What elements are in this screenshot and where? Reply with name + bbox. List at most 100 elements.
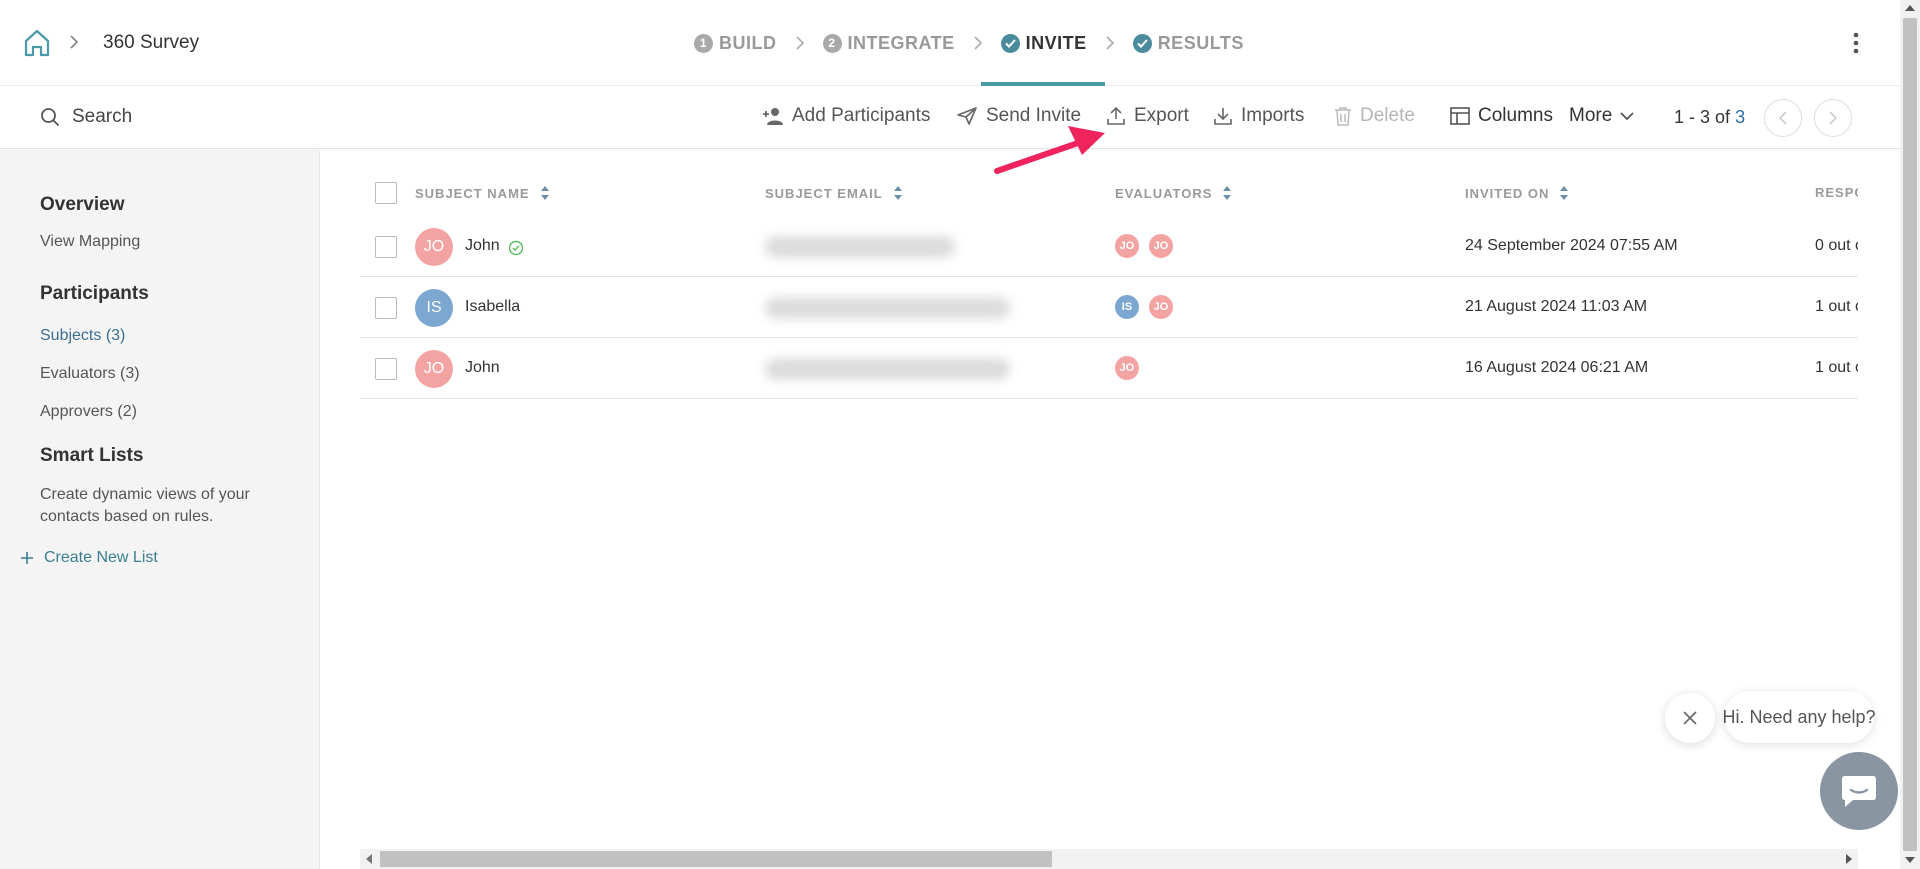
step-number: 1 [694, 33, 713, 53]
previous-page-button[interactable] [1764, 99, 1802, 137]
evaluator-avatar: JO [1147, 293, 1175, 321]
pager-range: 1 - 3 [1674, 107, 1711, 127]
column-header-subject-email[interactable]: SUBJECT EMAIL [765, 185, 903, 201]
add-participants-button[interactable]: Add Participants [762, 105, 930, 127]
sidebar-heading-participants: Participants [40, 283, 149, 304]
sort-icon [1560, 186, 1569, 200]
pager-of: of [1715, 107, 1731, 127]
vertical-scrollbar[interactable] [1900, 0, 1920, 869]
step-label: BUILD [719, 32, 777, 53]
export-button[interactable]: Export [1106, 105, 1189, 127]
column-header-label: SUBJECT EMAIL [765, 185, 883, 201]
vertical-scroll-thumb[interactable] [1903, 18, 1917, 851]
avatar: IS [415, 289, 453, 327]
horizontal-scroll-thumb[interactable] [380, 851, 1052, 867]
step-label: INTEGRATE [847, 32, 955, 53]
upload-icon [1107, 106, 1125, 125]
row-checkbox[interactable] [375, 236, 397, 258]
plus-icon [21, 552, 33, 564]
step-navigation: 1 BUILD 2 INTEGRATE INVITE RESULTS [690, 0, 1248, 86]
column-header-responses[interactable]: RESPO [1815, 185, 1858, 200]
column-header-label: INVITED ON [1465, 185, 1550, 201]
step-integrate[interactable]: 2 INTEGRATE [819, 0, 959, 86]
scroll-down-icon[interactable] [1905, 856, 1915, 864]
sidebar-item-view-mapping[interactable]: View Mapping [40, 233, 140, 251]
sort-icon [540, 186, 549, 200]
subject-name[interactable]: John [465, 237, 500, 255]
column-header-evaluators[interactable]: EVALUATORS [1115, 185, 1232, 201]
more-options-icon[interactable] [1852, 30, 1860, 56]
close-icon [1683, 711, 1697, 725]
subject-name-text: John [465, 237, 500, 254]
responses-count: 0 out o [1815, 237, 1858, 254]
avatar: JO [415, 350, 453, 388]
check-circle-icon [1000, 33, 1020, 53]
close-help-button[interactable] [1665, 693, 1715, 743]
help-message-bubble[interactable]: Hi. Need any help? [1722, 691, 1876, 743]
sidebar-heading-overview: Overview [40, 194, 125, 215]
chevron-down-icon [1620, 111, 1634, 120]
columns-label: Columns [1478, 105, 1553, 126]
sort-icon [1223, 186, 1232, 200]
export-label: Export [1134, 105, 1189, 126]
evaluator-avatar: JO [1113, 354, 1141, 382]
avatar: JO [415, 228, 453, 266]
check-circle-icon [1132, 33, 1152, 53]
row-divider [360, 276, 1858, 277]
step-label: RESULTS [1157, 32, 1244, 53]
step-results[interactable]: RESULTS [1129, 0, 1248, 86]
responses-count: 1 out o [1815, 359, 1858, 376]
search-input[interactable]: Search [40, 106, 132, 128]
home-icon[interactable] [22, 28, 52, 58]
top-header: 360 Survey 1 BUILD 2 INTEGRATE INVITE RE… [0, 0, 1900, 86]
subject-name[interactable]: Isabella [465, 298, 520, 316]
column-header-label: EVALUATORS [1115, 185, 1213, 201]
download-icon [1214, 108, 1232, 125]
scroll-left-icon[interactable] [365, 854, 373, 864]
create-new-list-button[interactable]: Create New List [20, 549, 158, 567]
column-header-invited-on[interactable]: INVITED ON [1465, 185, 1569, 201]
sidebar-item-approvers[interactable]: Approvers (2) [40, 403, 137, 421]
scroll-right-icon[interactable] [1845, 854, 1853, 864]
delete-button[interactable]: Delete [1334, 105, 1415, 127]
step-label: INVITE [1025, 32, 1087, 53]
select-all-checkbox[interactable] [375, 182, 397, 204]
chat-launcher-button[interactable] [1820, 752, 1898, 830]
pager-total: 3 [1735, 107, 1746, 127]
evaluator-avatar: IS [1113, 293, 1141, 321]
subject-name-text: Isabella [465, 298, 521, 315]
sidebar-item-evaluators[interactable]: Evaluators (3) [40, 365, 140, 383]
step-build[interactable]: 1 BUILD [690, 0, 781, 86]
row-checkbox[interactable] [375, 297, 397, 319]
responses-count: 1 out o [1815, 298, 1858, 315]
column-header-label: RESPO [1815, 185, 1858, 200]
horizontal-scrollbar[interactable] [360, 849, 1858, 869]
verified-check-icon [508, 240, 524, 256]
sidebar: Overview View Mapping Participants Subje… [0, 150, 320, 869]
invited-on-date: 24 September 2024 07:55 AM [1465, 237, 1678, 254]
chevron-right-icon [974, 36, 982, 50]
chevron-right-icon [1829, 111, 1838, 125]
evaluator-avatar: JO [1113, 232, 1141, 260]
imports-button[interactable]: Imports [1213, 105, 1304, 127]
evaluator-avatar: JO [1147, 232, 1175, 260]
next-page-button[interactable] [1814, 99, 1852, 137]
column-header-subject-name[interactable]: SUBJECT NAME [415, 185, 550, 201]
send-invite-button[interactable]: Send Invite [956, 105, 1081, 127]
columns-button[interactable]: Columns [1450, 105, 1553, 127]
send-invite-label: Send Invite [986, 105, 1082, 126]
participants-table: SUBJECT NAME SUBJECT EMAIL EVALUATORS IN… [360, 150, 1858, 820]
row-checkbox[interactable] [375, 358, 397, 380]
search-icon [41, 108, 60, 127]
step-invite[interactable]: INVITE [980, 0, 1105, 86]
row-divider [360, 398, 1858, 399]
scroll-up-icon[interactable] [1905, 4, 1915, 12]
sort-icon [893, 186, 902, 200]
create-new-list-label: Create New List [44, 549, 158, 566]
sidebar-item-subjects[interactable]: Subjects (3) [40, 327, 125, 345]
add-user-icon [763, 108, 783, 125]
more-dropdown[interactable]: More [1569, 105, 1634, 127]
survey-title: 360 Survey [103, 32, 200, 53]
subject-name[interactable]: John [465, 359, 500, 377]
subject-email-redacted [765, 358, 1010, 380]
